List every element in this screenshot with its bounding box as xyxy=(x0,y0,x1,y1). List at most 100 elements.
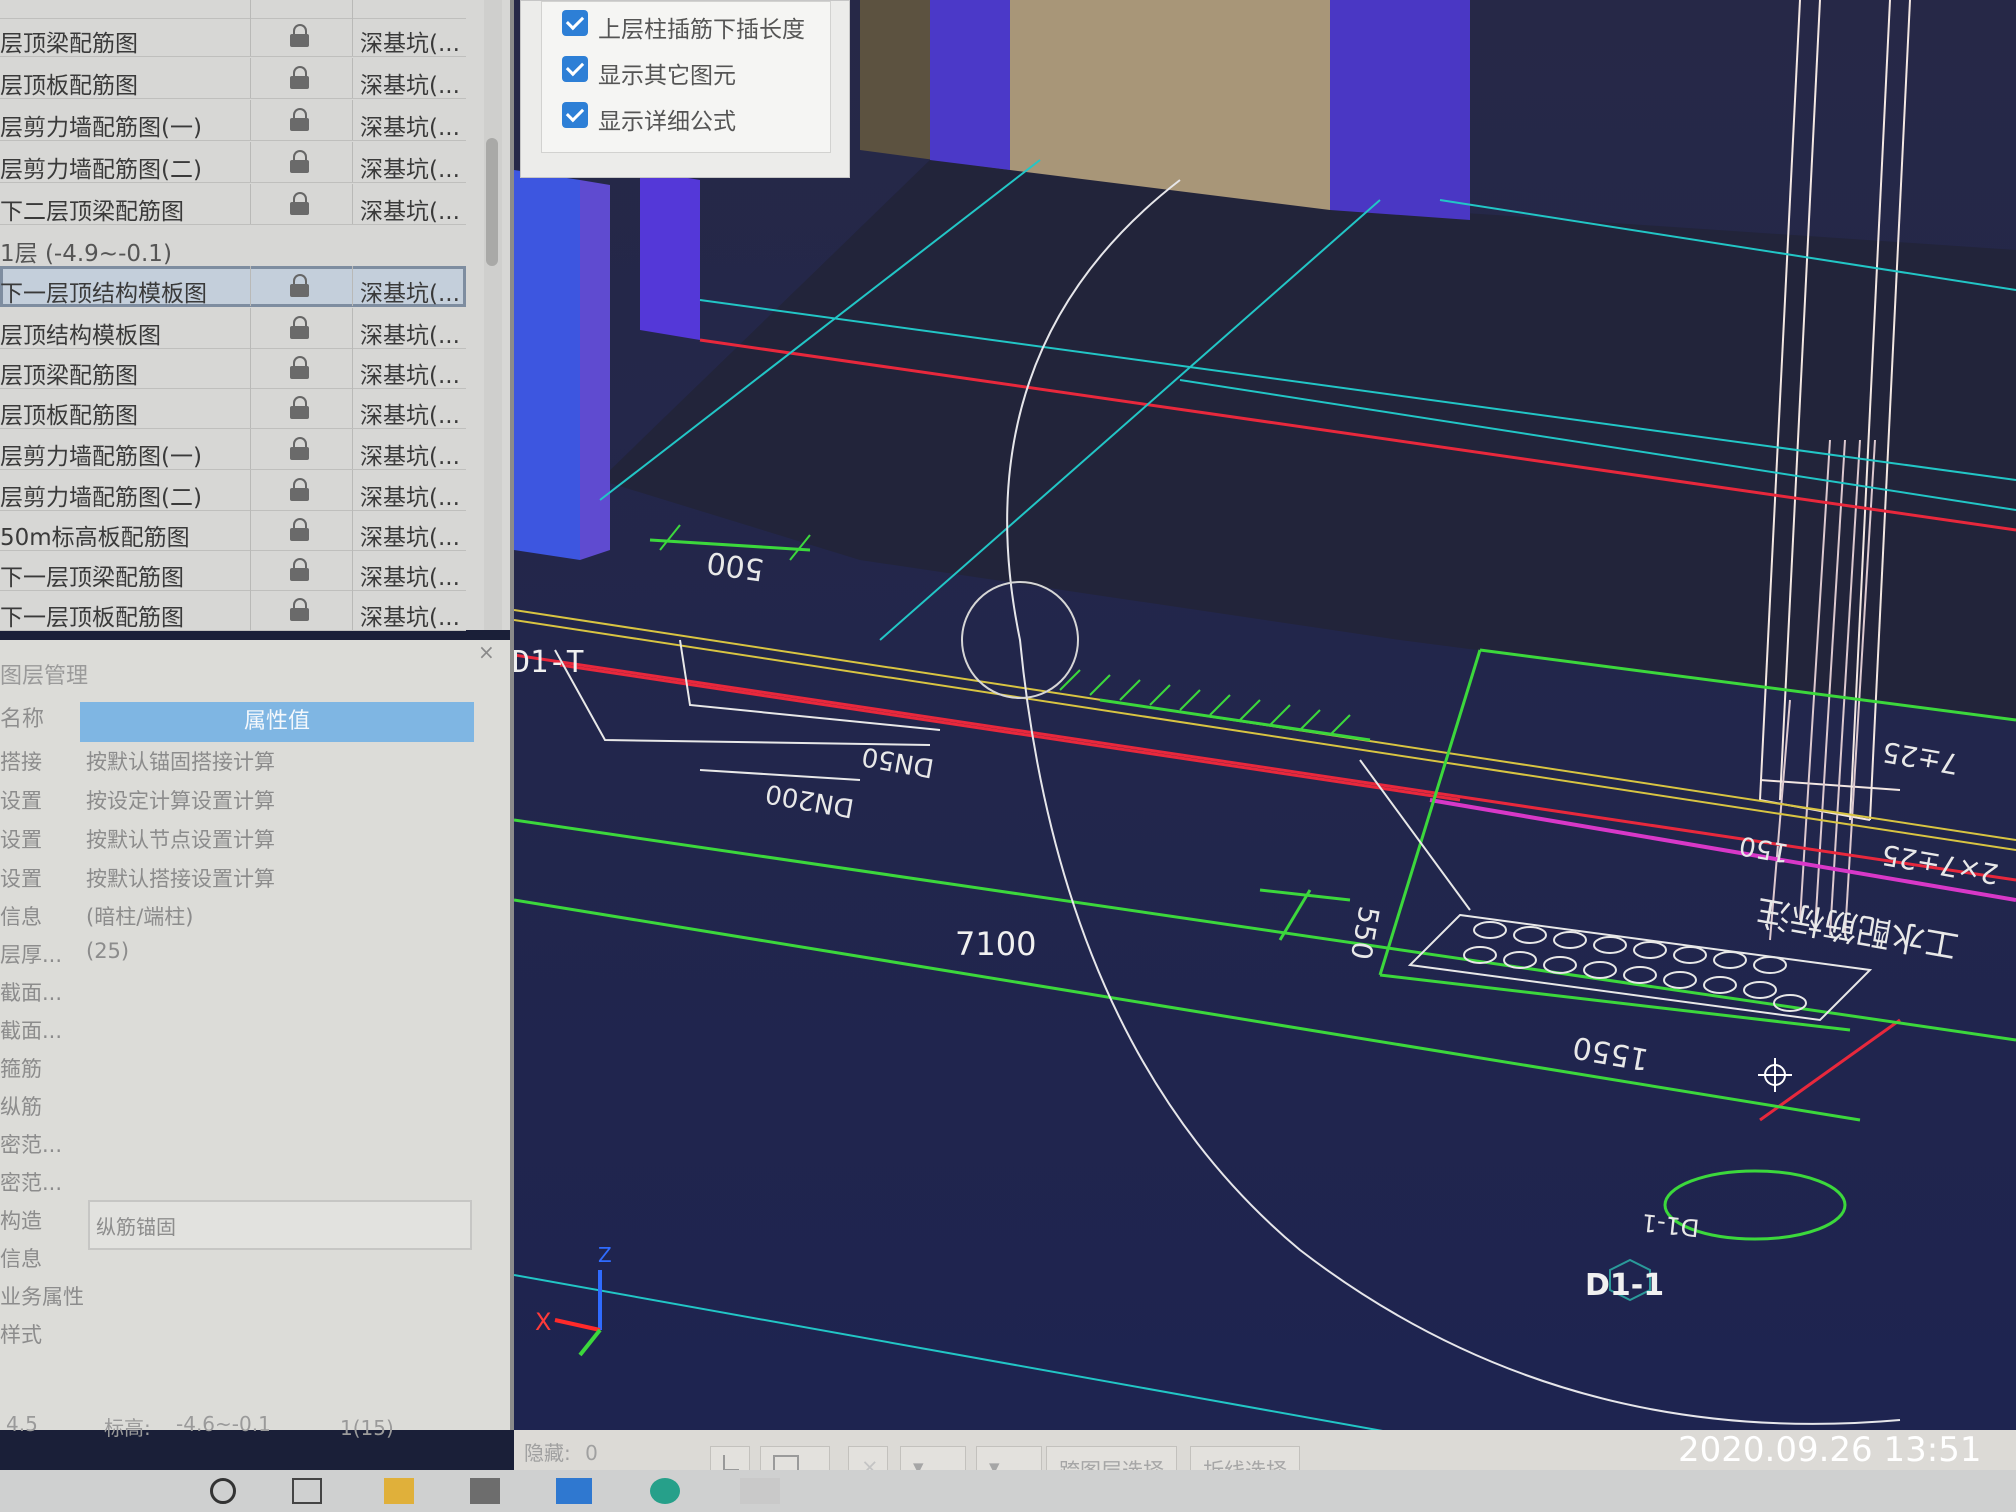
lock-icon[interactable] xyxy=(288,66,312,90)
drawing-row[interactable]: 层剪力墙配筋图(二) 深基坑(... xyxy=(0,470,466,511)
status-bar: 4.5 标高: -4.6~-0.1 1(15) xyxy=(0,1400,512,1450)
drawing-name: 下二层顶梁配筋图 xyxy=(0,199,184,225)
drawing-category: 深基坑(... xyxy=(360,31,460,57)
drawing-row[interactable]: 层顶板配筋图 深基坑(... xyxy=(0,388,466,429)
elevation-label: 标高: xyxy=(104,1416,151,1440)
task-view-icon[interactable] xyxy=(292,1478,322,1504)
floor-group-row[interactable]: 1层 (-4.9~-0.1) xyxy=(0,226,466,267)
hidden-value: 0 xyxy=(585,1441,598,1465)
lock-icon[interactable] xyxy=(288,192,312,216)
property-name: 构造 xyxy=(0,1209,42,1233)
property-row[interactable]: 密范... xyxy=(0,1161,480,1199)
blue-column-left xyxy=(514,170,580,560)
page-indicator: 1(15) xyxy=(340,1416,394,1440)
drawing-category: 深基坑(... xyxy=(360,605,460,631)
floor-group-name: 1层 (-4.9~-0.1) xyxy=(0,241,172,267)
lock-icon[interactable] xyxy=(288,518,312,542)
lock-icon[interactable] xyxy=(288,356,312,380)
label-d1-1: D1-1 xyxy=(1585,1268,1664,1303)
axis-z-label: Z xyxy=(598,1243,612,1267)
drawing-row[interactable]: 下一层顶梁配筋图 深基坑(... xyxy=(0,550,466,591)
property-row[interactable]: 截面... xyxy=(0,1009,480,1047)
checkbox-checked-icon[interactable] xyxy=(562,10,588,36)
drawing-name: 层剪力墙配筋图(一) xyxy=(0,444,202,470)
drawing-category: 深基坑(... xyxy=(360,115,460,141)
property-name: 信息 xyxy=(0,905,42,929)
hidden-count: 隐藏: 0 xyxy=(524,1437,598,1466)
status-left-value: 4.5 xyxy=(6,1412,38,1436)
drawing-name: 层顶板配筋图 xyxy=(0,73,138,99)
app-icon[interactable] xyxy=(650,1478,680,1504)
app-icon[interactable] xyxy=(740,1478,780,1504)
property-row[interactable]: 业务属性 xyxy=(0,1275,480,1313)
property-row[interactable]: 层厚... (25) xyxy=(0,933,480,971)
property-row[interactable]: 信息 (暗柱/端柱) xyxy=(0,895,480,933)
drawing-name: 50m标高板配筋图 xyxy=(0,525,190,551)
checkbox-checked-icon[interactable] xyxy=(562,102,588,128)
store-icon[interactable] xyxy=(470,1478,500,1504)
drawing-category: 深基坑(... xyxy=(360,157,460,183)
file-explorer-icon[interactable] xyxy=(384,1478,414,1504)
drawing-name: 层剪力墙配筋图(二) xyxy=(0,485,202,511)
lock-icon[interactable] xyxy=(288,150,312,174)
purple-column-mid xyxy=(640,170,700,340)
drawing-name: 层剪力墙配筋图(一) xyxy=(0,115,202,141)
drawing-row-selected[interactable]: 下一层顶结构模板图 深基坑(... xyxy=(0,266,466,307)
lock-icon[interactable] xyxy=(288,396,312,420)
drawing-category: 深基坑(... xyxy=(360,199,460,225)
lock-icon[interactable] xyxy=(288,437,312,461)
anchorage-input[interactable] xyxy=(88,1200,472,1250)
property-row[interactable]: 设置 按默认节点设置计算 xyxy=(0,818,480,856)
drawing-name: 下一层顶板配筋图 xyxy=(0,605,184,631)
property-value: 按默认搭接设置计算 xyxy=(86,867,275,891)
drawing-name: 下一层顶梁配筋图 xyxy=(0,565,184,591)
drawing-list-scroll-thumb[interactable] xyxy=(486,138,498,266)
property-row[interactable]: 纵筋 xyxy=(0,1085,480,1123)
lock-icon[interactable] xyxy=(288,478,312,502)
lock-icon[interactable] xyxy=(288,598,312,622)
property-name: 层厚... xyxy=(0,943,63,967)
close-icon[interactable]: × xyxy=(478,640,495,664)
drawing-row[interactable]: 层剪力墙配筋图(一) 深基坑(... xyxy=(0,429,466,470)
drawing-name: 层顶梁配筋图 xyxy=(0,363,138,389)
property-name: 设置 xyxy=(0,867,42,891)
drawing-row[interactable]: 层顶梁配筋图 深基坑(... xyxy=(0,16,466,57)
lock-icon[interactable] xyxy=(288,108,312,132)
drawing-name: 层顶梁配筋图 xyxy=(0,31,138,57)
drawing-row[interactable]: 下一层顶板配筋图 深基坑(... xyxy=(0,590,466,631)
label-d1t: D1-T xyxy=(514,645,584,680)
property-row[interactable]: 箍筋 xyxy=(0,1047,480,1085)
lock-icon[interactable] xyxy=(288,24,312,48)
lock-icon[interactable] xyxy=(288,316,312,340)
drawing-row[interactable]: 下二层顶梁配筋图 深基坑(... xyxy=(0,184,466,225)
axis-x-label: X xyxy=(535,1308,551,1336)
property-name: 设置 xyxy=(0,789,42,813)
drawing-row[interactable]: 层剪力墙配筋图(一) 深基坑(... xyxy=(0,100,466,141)
property-row[interactable]: 搭接 按默认锚固搭接计算 xyxy=(0,740,480,778)
lock-icon[interactable] xyxy=(288,274,312,298)
drawing-row[interactable]: 层顶结构模板图 深基坑(... xyxy=(0,308,466,349)
3d-viewport[interactable]: X Z D1-T D1-1 D1-1 500 7100 1550 550 DN5… xyxy=(514,0,2016,1430)
option-label: 上层柱插筋下插长度 xyxy=(598,17,805,43)
checkbox-checked-icon[interactable] xyxy=(562,56,588,82)
option-label: 显示详细公式 xyxy=(598,109,736,135)
property-row[interactable]: 截面... xyxy=(0,971,480,1009)
property-name: 截面... xyxy=(0,981,63,1005)
drawing-row[interactable]: 层顶梁配筋图 深基坑(... xyxy=(0,348,466,389)
property-row[interactable]: 设置 按默认搭接设置计算 xyxy=(0,857,480,895)
option-label: 显示其它图元 xyxy=(598,63,736,89)
drawing-row[interactable]: 层顶板配筋图 深基坑(... xyxy=(0,58,466,99)
drawing-row[interactable]: 层剪力墙配筋图(二) 深基坑(... xyxy=(0,142,466,183)
purple-column-right xyxy=(1330,0,1470,220)
drawing-row[interactable]: 50m标高板配筋图 深基坑(... xyxy=(0,510,466,551)
panel-divider[interactable] xyxy=(510,0,514,1430)
property-row[interactable]: 密范... xyxy=(0,1123,480,1161)
drawing-list-scrollbar[interactable] xyxy=(484,0,502,630)
search-icon[interactable] xyxy=(210,1478,236,1504)
lock-icon[interactable] xyxy=(288,558,312,582)
property-name: 截面... xyxy=(0,1019,63,1043)
property-row[interactable]: 设置 按设定计算设置计算 xyxy=(0,779,480,817)
app-icon[interactable] xyxy=(556,1478,592,1504)
elevation-value: -4.6~-0.1 xyxy=(176,1412,271,1436)
property-row[interactable]: 样式 xyxy=(0,1313,480,1351)
